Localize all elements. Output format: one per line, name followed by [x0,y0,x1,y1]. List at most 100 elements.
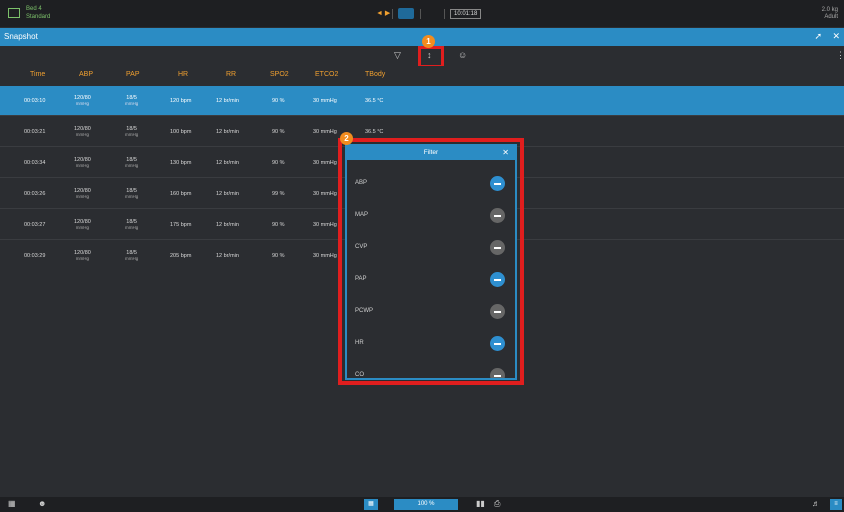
toggle-off-icon[interactable] [490,208,505,223]
person-icon[interactable]: ☺ [458,50,467,60]
toggle-on-icon[interactable] [490,176,505,191]
bed-info[interactable]: Bed 4 Standard [26,5,50,21]
column-header-spo2[interactable]: SPO2 [270,71,289,78]
filter-dialog-header: Filter ✕ [347,146,515,160]
cell-etco2: 30 mmHg [313,98,337,104]
filter-item-label: HR [355,340,364,346]
profile-label: Standard [26,14,51,20]
cell-pap: 18/5 mmHg [125,250,138,262]
cell-time: 00:03:21 [24,129,46,135]
cell-pap: 18/5 mmHg [125,126,138,138]
pap-unit: mmHg [125,225,139,230]
cell-rr: 12 br/min [216,160,239,166]
filter-dialog-title: Filter [423,149,439,156]
close-icon[interactable]: ✕ [832,31,840,42]
filter-item-label: PAP [355,276,367,282]
toggle-on-icon[interactable] [490,272,505,287]
table-row[interactable]: 00:03:10 120/80 mmHg 18/5 mmHg 120 bpm 12 … [0,86,844,116]
monitor-logo-icon [8,8,20,18]
cell-etco2: 30 mmHg [313,129,337,135]
user-icon[interactable]: ☻ [38,499,46,508]
toggle-on-icon[interactable] [490,336,505,351]
pin-icon[interactable]: ➚ [814,31,822,42]
filter-item-label: ABP [355,180,368,186]
abp-unit: mmHg [75,132,90,137]
filter-item-label: PCWP [355,308,373,314]
cell-time: 00:03:27 [24,222,46,228]
cell-time: 00:03:34 [24,160,46,166]
column-header-tbody[interactable]: TBody [365,71,385,78]
cell-etco2: 30 mmHg [313,160,337,166]
cell-abp: 120/80 mmHg [74,126,91,138]
toggle-off-icon[interactable] [490,240,505,255]
toggle-off-icon[interactable] [490,304,505,319]
menu-icon[interactable]: ≡ [830,499,842,510]
callout-badge-2: 2 [340,132,353,145]
column-header-abp[interactable]: ABP [79,71,93,78]
filter-item-pcwp[interactable]: PCWP [347,296,515,328]
abp-unit: mmHg [75,194,90,199]
filter-item-map[interactable]: MAP [347,200,515,232]
cell-time: 00:03:26 [24,191,46,197]
abp-unit: mmHg [75,225,90,230]
cell-pap: 18/5 mmHg [125,95,138,107]
filter-item-label: MAP [355,212,369,218]
filter-item-hr[interactable]: HR [347,328,515,360]
cell-abp: 120/80 mmHg [74,95,91,107]
cell-hr: 160 bpm [170,191,192,197]
cell-etco2: 30 mmHg [313,253,337,259]
more-icon[interactable]: ⋮ [836,50,844,61]
filter-item-co[interactable]: CO [347,360,515,378]
cell-time: 00:03:10 [24,98,46,104]
cell-spo2: 99 % [272,191,285,197]
alarm-pause-button[interactable] [398,8,414,19]
grid-icon[interactable]: ▦ [8,499,16,508]
column-header-time[interactable]: Time [30,71,45,78]
cell-hr: 175 bpm [170,222,192,228]
snapshot-title: Snapshot [4,32,38,41]
close-icon[interactable]: ✕ [502,148,509,157]
filter-item-cvp[interactable]: CVP [347,232,515,264]
cell-spo2: 90 % [272,160,285,166]
filter-item-abp[interactable]: ABP [347,168,515,200]
cell-hr: 120 bpm [170,98,192,104]
freeze-icon[interactable]: ▮▮ [476,499,485,508]
cell-hr: 130 bpm [170,160,192,166]
pap-unit: mmHg [125,194,139,199]
pap-unit: mmHg [125,132,139,137]
filter-item-pap[interactable]: PAP [347,264,515,296]
cell-abp: 120/80 mmHg [74,250,91,262]
cell-spo2: 90 % [272,129,285,135]
cell-abp: 120/80 mmHg [74,157,91,169]
pap-unit: mmHg [125,256,139,261]
cell-rr: 12 br/min [216,253,239,259]
filter-icon[interactable]: ▽ [394,50,401,61]
column-header-hr[interactable]: HR [178,71,188,78]
cell-rr: 12 br/min [216,129,239,135]
column-header-pap[interactable]: PAP [126,71,140,78]
callout-box-1 [418,46,444,68]
layout-icon[interactable]: ▦ [364,499,378,510]
column-header-etco2[interactable]: ETCO2 [315,71,338,78]
cell-spo2: 90 % [272,253,285,259]
cell-tbody: 36.5 °C [365,129,384,135]
weight-label: 2.0 kg [821,7,838,13]
cell-etco2: 30 mmHg [313,191,337,197]
patient-info[interactable]: 2.0 kg Adult [822,7,838,21]
cell-rr: 12 br/min [216,191,239,197]
pap-unit: mmHg [125,101,139,106]
zoom-control[interactable]: 100 % [394,499,458,510]
toggle-off-icon[interactable] [490,368,505,378]
abp-unit: mmHg [75,163,90,168]
table-header: Time ABP PAP HR RR SPO2 ETCO2 TBody [0,66,844,84]
cell-pap: 18/5 mmHg [125,157,138,169]
cell-tbody: 36.5 °C [365,98,384,104]
print-icon[interactable]: ⎙ [494,499,500,509]
column-header-rr[interactable]: RR [226,71,236,78]
cell-spo2: 90 % [272,98,285,104]
volume-icon[interactable]: ♬ [812,499,820,508]
divider [444,9,445,19]
abp-unit: mmHg [75,256,90,261]
cell-hr: 205 bpm [170,253,192,259]
cell-rr: 12 br/min [216,222,239,228]
